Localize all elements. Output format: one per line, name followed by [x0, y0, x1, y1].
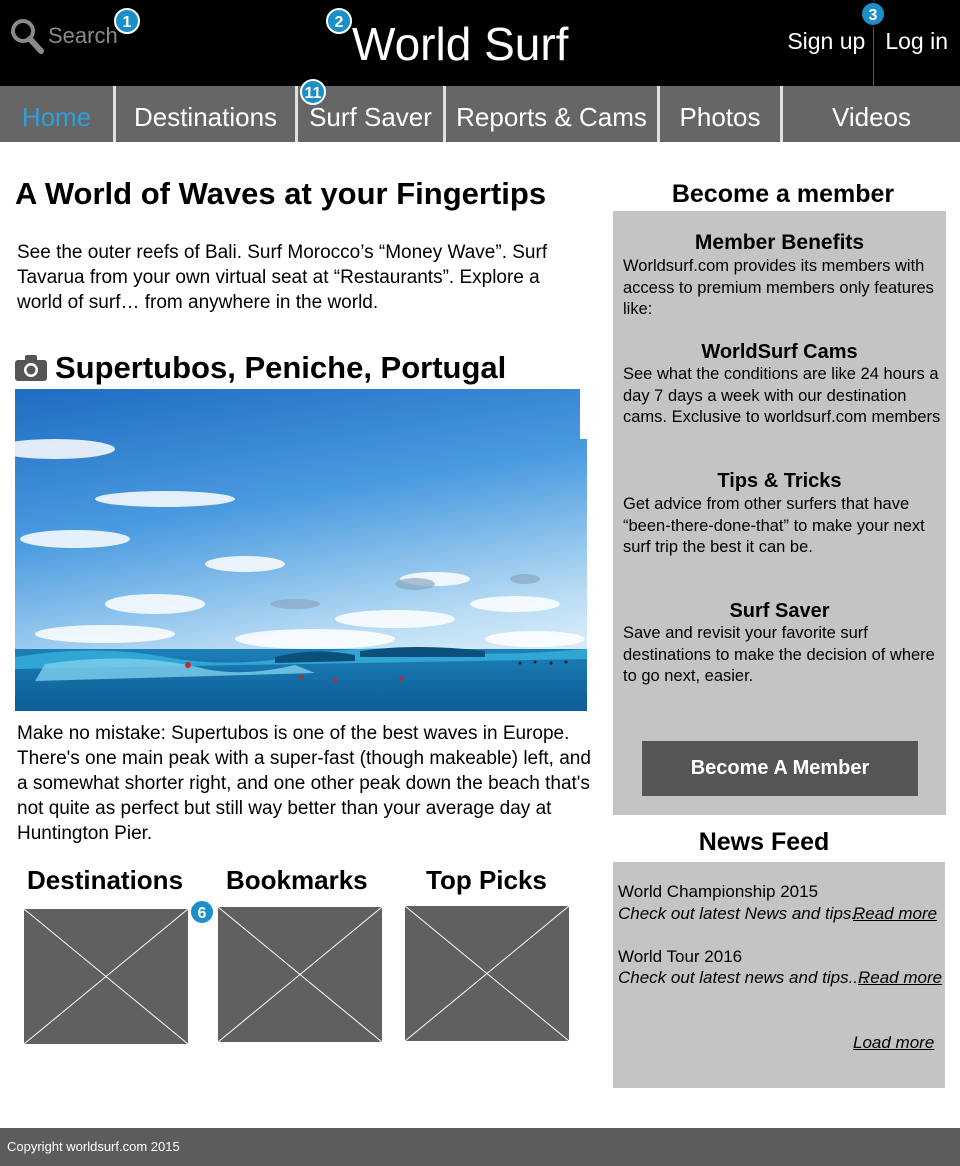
category-label-destinations[interactable]: Destinations [27, 865, 183, 896]
image-placeholder-icon [218, 907, 382, 1042]
annotation-badge-11: 11 [300, 79, 326, 105]
benefit-text-tips: Get advice from other surfers that have … [623, 495, 925, 557]
benefits-intro: Worldsurf.com provides its members with … [623, 257, 934, 319]
nav-item-reports-cams[interactable]: Reports & Cams [446, 86, 660, 142]
sign-up-link[interactable]: Sign up [787, 0, 865, 55]
annotation-badge-1: 1 [114, 8, 140, 34]
become-member-button[interactable]: Become A Member [642, 741, 918, 796]
annotation-badge-6: 6 [189, 899, 215, 925]
category-label-bookmarks[interactable]: Bookmarks [226, 865, 368, 896]
image-placeholder-icon [405, 906, 569, 1041]
member-heading: Become a member [671, 180, 895, 208]
load-more-link[interactable]: Load more [853, 1033, 934, 1053]
member-benefits-panel: Member Benefits Worldsurf.com provides i… [613, 211, 946, 815]
image-placeholder-icon [24, 909, 188, 1044]
spot-description: Make no mistake: Supertubos is one of th… [17, 723, 591, 844]
news-item-teaser: Check out latest News and tips... [618, 904, 866, 923]
destinations-thumbnail[interactable] [24, 909, 188, 1044]
site-title[interactable]: World Surf [352, 18, 568, 70]
search-icon [11, 19, 44, 54]
surf-photo[interactable] [15, 389, 587, 711]
benefit-text-surf-saver: Save and revisit your favorite surf dest… [623, 624, 935, 686]
read-more-link[interactable]: Read more [853, 904, 937, 924]
top-picks-thumbnail[interactable] [405, 906, 569, 1041]
read-more-link[interactable]: Read more [858, 968, 942, 988]
news-item-title: World Championship 2015 [618, 882, 819, 901]
intro-text: See the outer reefs of Bali. Surf Morocc… [17, 242, 548, 313]
search-label: Search [48, 23, 118, 48]
photo-title: Supertubos, Peniche, Portugal [55, 350, 507, 385]
annotation-badge-2: 2 [326, 8, 352, 34]
benefits-title: Member Benefits [694, 231, 865, 254]
nav-item-photos[interactable]: Photos [660, 86, 783, 142]
page-title: A World of Waves at your Fingertips [15, 176, 547, 211]
benefit-title-tips: Tips & Tricks [717, 470, 842, 492]
news-feed-heading: News Feed [698, 828, 830, 856]
nav-item-destinations[interactable]: Destinations [116, 86, 298, 142]
search-button[interactable]: Search [10, 18, 118, 54]
category-label-top-picks[interactable]: Top Picks [426, 865, 547, 896]
site-header: Search World Surf Sign up Log in [0, 0, 960, 86]
bookmarks-thumbnail[interactable] [218, 907, 382, 1042]
photo-heading: Supertubos, Peniche, Portugal [15, 350, 506, 386]
news-item-title: World Tour 2016 [618, 947, 743, 966]
nav-item-home[interactable]: Home [0, 86, 116, 142]
benefit-title-surf-saver: Surf Saver [729, 600, 830, 622]
main-nav: Home Destinations Surf Saver Reports & C… [0, 86, 960, 142]
news-feed-panel: World Championship 2015 Check out latest… [613, 862, 945, 1088]
benefit-title-cams: WorldSurf Cams [701, 341, 858, 363]
news-item-teaser: Check out latest news and tips.... [618, 968, 868, 987]
site-footer: Copyright worldsurf.com 2015 [0, 1128, 960, 1166]
copyright-text: Copyright worldsurf.com 2015 [7, 1139, 180, 1154]
annotation-badge-3: 3 [860, 1, 886, 27]
benefit-text-cams: See what the conditions are like 24 hour… [623, 365, 941, 427]
camera-icon [15, 355, 47, 381]
nav-item-videos[interactable]: Videos [783, 86, 960, 142]
log-in-link[interactable]: Log in [885, 0, 948, 55]
